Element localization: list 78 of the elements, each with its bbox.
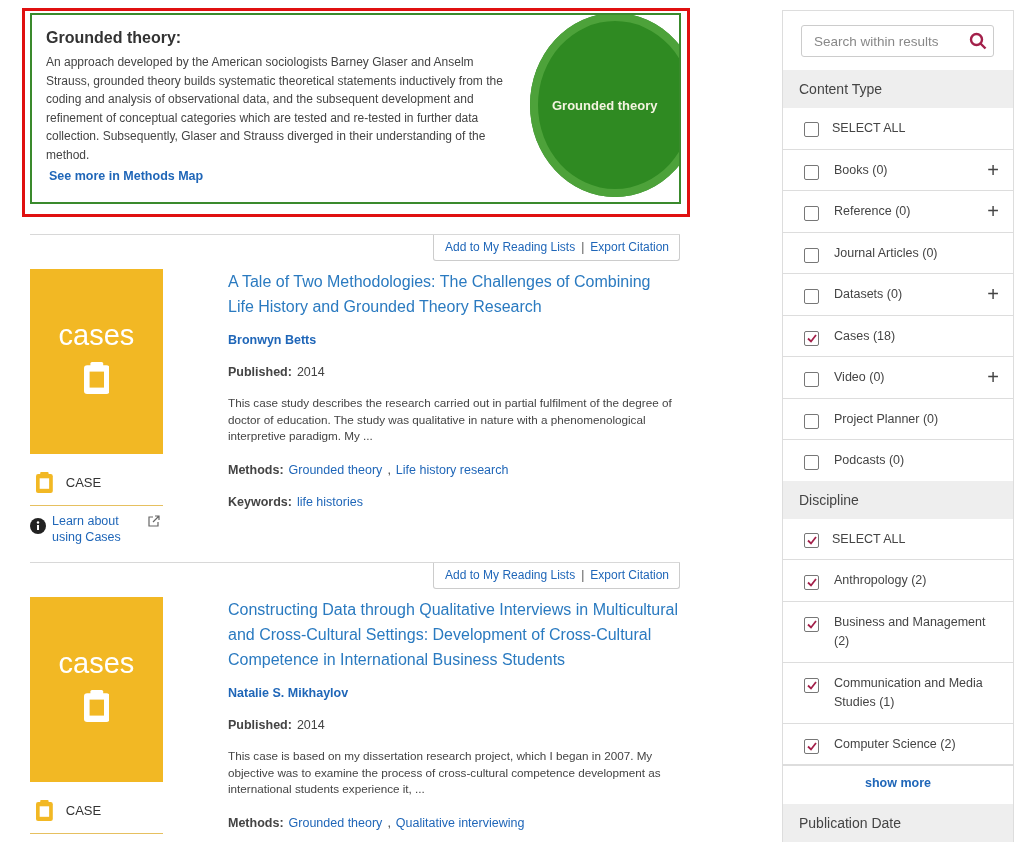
checkbox[interactable] — [804, 575, 819, 590]
info-icon — [30, 518, 46, 534]
filter-option[interactable]: Video (0) + — [783, 357, 1013, 399]
filter-option[interactable]: Communication and Media Studies (1) — [783, 662, 1013, 724]
filter-option[interactable]: Books (0) + — [783, 149, 1013, 191]
published-year: 2014 — [296, 365, 325, 379]
methods-map-link[interactable]: See more in Methods Map — [49, 168, 204, 183]
checkbox[interactable] — [804, 677, 819, 693]
action-link[interactable]: Add to My Reading Lists — [445, 568, 576, 582]
checkbox[interactable] — [804, 616, 819, 632]
method-link[interactable]: Grounded theory — [288, 462, 383, 477]
field-label: Keywords: — [228, 494, 292, 509]
checkbox[interactable] — [804, 372, 819, 387]
expand-toggle[interactable]: + — [987, 160, 999, 179]
checkbox[interactable] — [804, 164, 819, 180]
search-icon[interactable] — [969, 32, 987, 50]
checkbox[interactable] — [804, 455, 819, 470]
filter-option[interactable]: Podcasts (0) — [783, 440, 1013, 481]
keyword-link[interactable]: life histories — [296, 494, 363, 509]
section-header[interactable]: Content Type — [783, 70, 1013, 108]
filter-option[interactable]: Journal Articles (0) — [783, 232, 1013, 274]
filter-option[interactable]: Computer Science (2) — [783, 723, 1013, 765]
filter-option[interactable]: Project Planner (0) — [783, 398, 1013, 440]
abstract-text: This case study describes the research carried out in partial fulfilment of the degree of doctor of education. The study was qualitative in nature with a phenomenological interpretive paradigm. My ... — [228, 395, 673, 444]
action-link[interactable]: Export Citation — [590, 240, 669, 254]
checkbox[interactable] — [804, 738, 819, 754]
filter-option[interactable]: Business and Management (2) — [783, 601, 1013, 663]
method-link[interactable]: Life history research — [395, 462, 509, 477]
checkbox[interactable] — [804, 413, 819, 429]
search-field[interactable]: Search within results — [801, 25, 994, 57]
field-label: Published: — [228, 718, 292, 732]
comma: , — [387, 815, 391, 830]
checkbox[interactable] — [804, 532, 819, 548]
separator: | — [581, 568, 585, 582]
method-link[interactable]: Qualitative interviewing — [395, 815, 525, 830]
filter-option[interactable]: SELECT ALL — [783, 108, 1013, 150]
checkbox[interactable] — [804, 206, 819, 221]
result-title[interactable]: A Tale of Two Methodologies: The Challenges of Combining Life History and Grounded Theory Research — [228, 269, 680, 319]
author-link[interactable]: Bronwyn Betts — [228, 333, 680, 347]
clipboard-icon — [36, 472, 53, 493]
checkbox[interactable] — [804, 122, 819, 137]
cover-label: cases — [58, 319, 135, 352]
external-link-icon[interactable] — [148, 515, 160, 527]
checkbox[interactable] — [804, 289, 819, 304]
field-label: Methods: — [228, 462, 284, 477]
learn-more-link[interactable]: Learn about using Cases — [52, 513, 132, 545]
checkbox[interactable] — [804, 247, 819, 263]
clipboard-icon — [83, 690, 110, 722]
filter-option[interactable]: Cases (18) — [783, 315, 1013, 357]
field-label: Methods: — [228, 815, 284, 830]
separator: | — [581, 240, 585, 254]
filter-option[interactable]: Reference (0) + — [783, 191, 1013, 233]
method-link[interactable]: Grounded theory — [288, 815, 383, 830]
action-link[interactable]: Export Citation — [590, 568, 669, 582]
expand-toggle[interactable]: + — [987, 285, 999, 303]
action-link[interactable]: Add to My Reading Lists — [445, 240, 576, 254]
concept-description: An approach developed by the American sociologists Barney Glaser and Anselm Strauss, grounded theory builds systematic theoretical statements inductively from the coding and analysis of observational data, and the subsequent development and refinement of conceptual categories which are tested and re-tested in further data collection. Subsequently, Glaser and Strauss diverged in their understanding of the method. — [46, 54, 504, 164]
expand-toggle[interactable]: + — [987, 202, 999, 220]
clipboard-icon — [83, 362, 110, 394]
content-type-label: CASE — [65, 803, 102, 818]
content-type-label: CASE — [65, 475, 102, 490]
result-title[interactable]: Constructing Data through Qualitative Interviews in Multicultural and Cross-Cultural Settings: Development of Cross-Cultural Competence in International Business Students — [228, 597, 680, 672]
section-header[interactable]: Discipline — [783, 480, 1013, 519]
published-year: 2014 — [296, 718, 325, 732]
checkbox[interactable] — [804, 330, 819, 346]
concept-circle[interactable]: Grounded theory — [530, 15, 679, 197]
author-link[interactable]: Natalie S. Mikhaylov — [228, 686, 680, 700]
comma: , — [387, 462, 391, 477]
field-label: Published: — [228, 365, 292, 379]
abstract-text: This case is based on my dissertation research project, which I began in 2007. My objective was to examine the process of cross-cultural competence development as international students experience it, ... — [228, 748, 662, 797]
filter-option[interactable]: SELECT ALL — [783, 518, 1013, 560]
cover-label: cases — [58, 647, 135, 680]
expand-toggle[interactable]: + — [987, 368, 999, 386]
filter-option[interactable]: Anthropology (2) — [783, 560, 1013, 602]
clipboard-icon — [36, 800, 53, 821]
section-header[interactable]: Publication Date — [783, 804, 1013, 842]
concept-heading: Grounded theory: — [46, 29, 183, 47]
filter-option[interactable]: Datasets (0) + — [783, 274, 1013, 316]
